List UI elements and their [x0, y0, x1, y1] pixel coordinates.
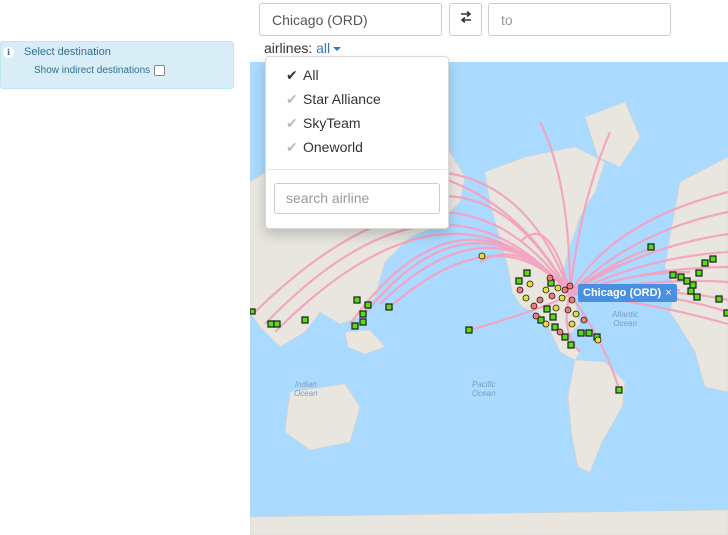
from-airport-input[interactable]: Chicago (ORD)	[259, 3, 442, 36]
dropdown-item-all[interactable]: ✔ All	[286, 67, 319, 84]
caret-down-icon	[333, 47, 342, 52]
swap-button[interactable]	[449, 3, 482, 36]
ocean-label-atlantic: Atlantic Ocean	[612, 310, 639, 328]
indirect-destinations-label: Show indirect destinations	[34, 65, 151, 76]
airlines-dropdown-toggle[interactable]: all	[316, 40, 342, 56]
to-airport-placeholder: to	[501, 12, 513, 28]
dropdown-divider	[267, 169, 447, 170]
from-airport-value: Chicago (ORD)	[272, 12, 368, 28]
ocean-label-pacific: Pacific Ocean	[472, 380, 496, 398]
check-icon: ✔	[286, 139, 298, 155]
indirect-destinations-checkbox[interactable]	[154, 65, 166, 76]
check-icon: ✔	[286, 115, 298, 131]
info-icon: i	[3, 47, 14, 58]
info-panel: i Select destination Show indirect desti…	[0, 41, 234, 89]
info-title: Select destination	[24, 46, 111, 58]
search-airline-input[interactable]: search airline	[274, 183, 440, 214]
to-airport-input[interactable]: to	[488, 3, 671, 36]
airlines-dropdown-menu: ✔ All ✔ Star Alliance ✔ SkyTeam ✔ Oneworld s…	[265, 56, 449, 229]
dropdown-item-oneworld[interactable]: ✔ Oneworld	[286, 139, 363, 156]
ocean-label-indian: Indian Ocean	[294, 380, 318, 398]
dropdown-item-star-alliance[interactable]: ✔ Star Alliance	[286, 91, 381, 108]
airlines-filter: airlines: all	[264, 40, 342, 56]
origin-airport-tag[interactable]: Chicago (ORD) ×	[578, 284, 677, 302]
dropdown-item-skyteam[interactable]: ✔ SkyTeam	[286, 115, 361, 132]
indirect-destinations-option[interactable]: Show indirect destinations	[34, 65, 166, 76]
check-icon: ✔	[286, 91, 298, 107]
swap-arrows-icon	[460, 10, 471, 24]
close-icon[interactable]: ×	[665, 287, 671, 299]
airlines-label: airlines:	[264, 40, 313, 56]
origin-airport-label: Chicago (ORD)	[583, 287, 662, 299]
check-icon: ✔	[286, 67, 298, 83]
search-airline-placeholder: search airline	[286, 190, 370, 206]
